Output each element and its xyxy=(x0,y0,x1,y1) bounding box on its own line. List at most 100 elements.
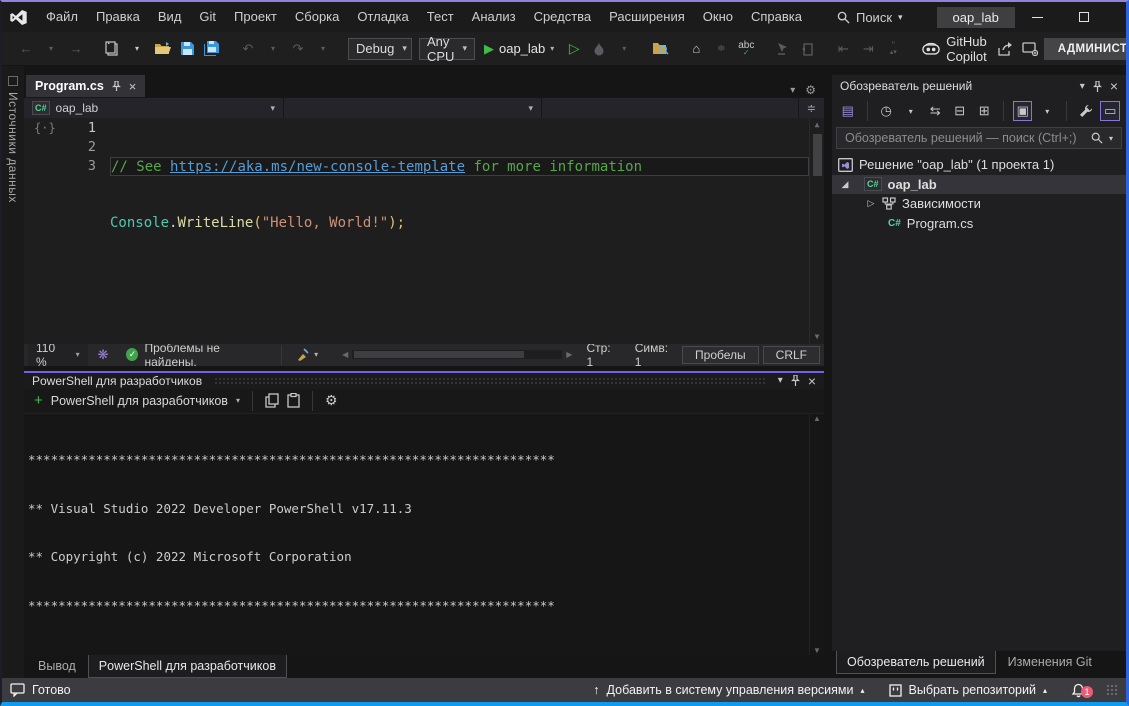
hot-reload-dropdown[interactable]: ▾ xyxy=(613,37,635,61)
navigate-back-dropdown[interactable]: ▾ xyxy=(40,37,62,61)
increase-indent-button[interactable]: ⇥ xyxy=(857,37,879,61)
tab-git-changes[interactable]: Изменения Git xyxy=(998,651,1102,673)
scrollbar-thumb[interactable] xyxy=(813,134,822,176)
scroll-down-icon[interactable]: ▼ xyxy=(813,646,821,655)
formatting-marks-button[interactable]: '' ▴▾ xyxy=(882,37,904,61)
menu-window[interactable]: Окно xyxy=(694,2,742,32)
menu-project[interactable]: Проект xyxy=(225,2,286,32)
code-cleanup-button[interactable]: ▾ xyxy=(290,348,324,361)
terminal-scrollbar[interactable]: ▲ ▼ xyxy=(809,414,824,655)
char-indicator[interactable]: Симв: 1 xyxy=(625,341,678,369)
tab-program-cs[interactable]: Program.cs × xyxy=(26,75,145,97)
menu-analyze[interactable]: Анализ xyxy=(463,2,525,32)
toggle-lines-button[interactable]: ≑ xyxy=(710,37,732,61)
scroll-up-icon[interactable]: ▲ xyxy=(815,118,820,132)
menu-view[interactable]: Вид xyxy=(149,2,191,32)
feedback-status[interactable]: Готово xyxy=(10,683,71,697)
resize-grip[interactable] xyxy=(1106,684,1118,696)
menu-debug[interactable]: Отладка xyxy=(348,2,417,32)
open-folder-button[interactable] xyxy=(151,37,173,61)
notifications-button[interactable]: 1 xyxy=(1071,683,1086,698)
terminal-settings-gear-icon[interactable]: ⚙ xyxy=(325,392,338,409)
problems-indicator[interactable]: ✓ Проблемы не найдены. xyxy=(118,341,273,369)
menu-extensions[interactable]: Расширения xyxy=(600,2,694,32)
window-position-dropdown[interactable]: ▾ xyxy=(778,375,783,386)
scrollbar-thumb[interactable] xyxy=(354,351,524,358)
save-all-button[interactable] xyxy=(201,37,223,61)
menu-help[interactable]: Справка xyxy=(742,2,811,32)
sync-with-active-document-icon[interactable]: ⇆ xyxy=(925,101,945,121)
project-dropdown[interactable]: C# oap_lab ▾ xyxy=(24,98,284,118)
share-button[interactable] xyxy=(994,37,1016,61)
navigate-back-button[interactable]: ← xyxy=(15,37,37,61)
tree-item-project[interactable]: ◢ C# oap_lab xyxy=(832,175,1126,195)
pin-icon[interactable] xyxy=(112,81,121,91)
tab-settings-gear-icon[interactable]: ⚙ xyxy=(805,83,816,97)
new-terminal-label[interactable]: PowerShell для разработчиков xyxy=(51,394,228,408)
tab-solution-explorer[interactable]: Обозреватель решений xyxy=(836,651,996,674)
pin-icon[interactable] xyxy=(791,375,800,386)
select-pointer-button[interactable] xyxy=(771,37,793,61)
solution-configuration-combo[interactable]: Debug ▾ xyxy=(348,38,412,60)
window-position-dropdown[interactable]: ▾ xyxy=(1080,81,1085,92)
close-panel-icon[interactable]: × xyxy=(808,373,816,389)
track-active-item-icon[interactable]: ▣ xyxy=(1013,101,1033,121)
close-panel-icon[interactable]: × xyxy=(1110,78,1118,94)
new-project-dropdown[interactable]: ▾ xyxy=(126,37,148,61)
data-sources-tab[interactable]: Источники данных xyxy=(6,92,20,203)
find-in-files-button[interactable] xyxy=(649,37,671,61)
undo-dropdown[interactable]: ▾ xyxy=(262,37,284,61)
solution-home-button[interactable]: ⌂ xyxy=(685,37,707,61)
paste-icon[interactable] xyxy=(287,393,300,408)
filter-dropdown[interactable]: ▾ xyxy=(901,101,921,121)
document-list-dropdown[interactable]: ▾ xyxy=(790,85,795,96)
paste-append-button[interactable] xyxy=(796,37,818,61)
solution-name-badge[interactable]: oap_lab xyxy=(937,7,1015,28)
menu-git[interactable]: Git xyxy=(190,2,225,32)
chevron-down-icon[interactable]: ▾ xyxy=(236,396,240,405)
track-dropdown[interactable]: ▾ xyxy=(1037,101,1057,121)
scroll-up-icon[interactable]: ▲ xyxy=(813,414,821,423)
spaces-toggle[interactable]: Пробелы xyxy=(682,346,759,364)
expander-collapsed-icon[interactable]: ▷ xyxy=(866,198,876,209)
code-editor[interactable]: {·} 1 2 3 // See https://aka.ms/new-cons… xyxy=(24,118,824,344)
type-dropdown[interactable]: ▾ xyxy=(284,98,542,118)
start-debugging-button[interactable]: ▶ oap_lab ▾ xyxy=(478,37,560,61)
add-to-source-control-button[interactable]: ↑ Добавить в систему управления версиями… xyxy=(593,683,864,697)
menu-test[interactable]: Тест xyxy=(418,2,463,32)
close-tab-icon[interactable]: × xyxy=(129,79,137,94)
github-copilot-button[interactable]: GitHub Copilot xyxy=(918,34,990,64)
menu-file[interactable]: Файл xyxy=(37,2,87,32)
outline-margin[interactable]: {·} xyxy=(24,118,60,344)
scroll-left-icon[interactable]: ◀ xyxy=(342,348,348,362)
select-repository-button[interactable]: Выбрать репозиторий ▴ xyxy=(889,683,1048,697)
terminal-content[interactable]: ****************************************… xyxy=(24,413,824,655)
editor-horizontal-scrollbar[interactable]: ◀ ▶ xyxy=(342,348,572,362)
minimize-button[interactable] xyxy=(1015,2,1061,32)
menu-tools[interactable]: Средства xyxy=(525,2,601,32)
scroll-down-icon[interactable]: ▼ xyxy=(815,330,820,344)
navigate-forward-button[interactable]: → xyxy=(65,37,87,61)
solution-platform-combo[interactable]: Any CPU ▾ xyxy=(419,38,475,60)
close-button[interactable]: × xyxy=(1107,2,1129,32)
preview-selected-items-icon[interactable]: ▭ xyxy=(1100,101,1120,121)
spell-check-button[interactable]: abc ✓ xyxy=(735,37,757,61)
comment-link[interactable]: https://aka.ms/new-console-template xyxy=(170,159,465,175)
new-project-button[interactable] xyxy=(101,37,123,61)
expander-expanded-icon[interactable]: ◢ xyxy=(840,179,850,190)
undo-button[interactable]: ↶ xyxy=(237,37,259,61)
properties-wrench-icon[interactable] xyxy=(1076,101,1096,121)
switch-views-icon[interactable]: ▤ xyxy=(838,101,858,121)
tree-item-solution[interactable]: Решение "oap_lab" (1 проекта 1) xyxy=(832,155,1126,175)
editor-vertical-scrollbar[interactable]: ▲ ▼ xyxy=(809,118,824,344)
redo-button[interactable]: ↷ xyxy=(287,37,309,61)
show-all-files-icon[interactable]: ⊞ xyxy=(974,101,994,121)
hot-reload-button[interactable] xyxy=(588,37,610,61)
intellicode-icon[interactable]: ❋ xyxy=(92,347,115,363)
decrease-indent-button[interactable]: ⇤ xyxy=(832,37,854,61)
tree-item-program-cs[interactable]: C# Program.cs xyxy=(832,214,1126,234)
tab-developer-powershell[interactable]: PowerShell для разработчиков xyxy=(88,655,287,678)
tab-output[interactable]: Вывод xyxy=(28,655,86,677)
maximize-button[interactable] xyxy=(1061,2,1107,32)
send-feedback-button[interactable] xyxy=(1019,37,1041,61)
